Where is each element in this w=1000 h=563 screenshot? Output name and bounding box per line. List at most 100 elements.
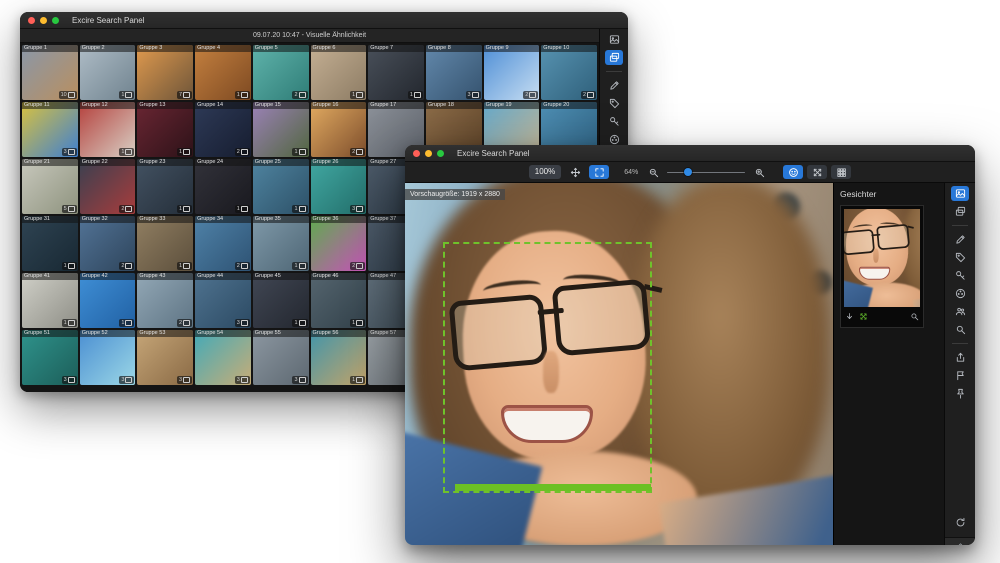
group-count-badge: 7: [177, 91, 193, 99]
face-thumbnail[interactable]: [844, 209, 920, 307]
search-tool-button[interactable]: [951, 322, 969, 337]
collections-tool-button[interactable]: [951, 204, 969, 219]
grid-window-titlebar[interactable]: Excire Search Panel: [20, 12, 628, 29]
group-thumbnail[interactable]: Gruppe 32 2: [79, 216, 136, 271]
group-thumbnail[interactable]: Gruppe 51 3: [22, 330, 78, 385]
group-thumbnail[interactable]: Gruppe 46 1: [310, 273, 367, 328]
group-thumbnail[interactable]: Gruppe 53 3: [137, 330, 194, 385]
edit-tool-button[interactable]: [951, 232, 969, 247]
tag-tool-button[interactable]: [951, 250, 969, 265]
close-button[interactable]: [28, 16, 35, 24]
group-thumbnail[interactable]: Gruppe 4 1: [195, 45, 251, 100]
group-thumbnail[interactable]: Gruppe 42 1: [79, 273, 136, 328]
collapse-strip[interactable]: [945, 537, 975, 545]
zoom-100-button[interactable]: 100%: [528, 165, 562, 179]
group-thumbnail[interactable]: Gruppe 24 1: [195, 159, 251, 214]
group-label: Gruppe 15: [252, 102, 309, 109]
arrow-down-icon[interactable]: [845, 312, 854, 321]
group-thumbnail[interactable]: Gruppe 13 1: [137, 102, 194, 157]
key-tool-button[interactable]: [605, 114, 623, 129]
group-thumbnail[interactable]: Gruppe 34 2: [195, 216, 251, 271]
face-detection-box[interactable]: [443, 242, 652, 493]
group-count-badge: 1: [119, 319, 135, 327]
group-thumbnail[interactable]: Gruppe 5 2: [252, 45, 309, 100]
group-label: Gruppe 20: [541, 102, 597, 109]
group-count-badge: 3: [350, 205, 366, 213]
library-icon: [609, 34, 620, 45]
group-thumbnail[interactable]: Gruppe 22 2: [79, 159, 136, 214]
photo-count-icon: [471, 92, 479, 98]
photo-count-icon: [183, 149, 191, 155]
chevron-up-icon: [956, 540, 965, 545]
group-label: Gruppe 25: [252, 159, 309, 166]
pin-tool-button[interactable]: [951, 386, 969, 401]
face-search-icon[interactable]: [910, 312, 919, 321]
palette-tool-button[interactable]: [951, 286, 969, 301]
group-thumbnail[interactable]: Gruppe 11 3: [22, 102, 78, 157]
zoom-in-button[interactable]: [749, 165, 769, 179]
export-tool-button[interactable]: [951, 350, 969, 365]
group-count-badge: 3: [119, 376, 135, 384]
group-thumbnail[interactable]: Gruppe 55 3: [252, 330, 309, 385]
assign-face-icon[interactable]: [859, 312, 868, 321]
tag-tool-button[interactable]: [605, 96, 623, 111]
maximize-button[interactable]: [52, 16, 59, 24]
group-thumbnail[interactable]: Gruppe 56 1: [310, 330, 367, 385]
grid-view-button[interactable]: [831, 165, 852, 179]
group-thumbnail[interactable]: Gruppe 12 1: [79, 102, 136, 157]
zoom-slider-knob[interactable]: [684, 168, 693, 176]
group-thumbnail[interactable]: Gruppe 16 2: [310, 102, 367, 157]
group-count-badge: 1: [234, 91, 250, 99]
group-thumbnail[interactable]: Gruppe 25 1: [252, 159, 309, 214]
group-thumbnail[interactable]: Gruppe 21 5: [22, 159, 78, 214]
group-label: Gruppe 16: [310, 102, 367, 109]
group-thumbnail[interactable]: Gruppe 7 1: [368, 45, 424, 100]
maximize-button[interactable]: [437, 149, 444, 157]
group-thumbnail[interactable]: Gruppe 1 10: [22, 45, 78, 100]
group-thumbnail[interactable]: Gruppe 10 2: [541, 45, 597, 100]
group-thumbnail[interactable]: Gruppe 45 1: [252, 273, 309, 328]
close-button[interactable]: [413, 149, 420, 157]
group-count-badge: 1: [177, 148, 193, 156]
library-tool-button[interactable]: [951, 186, 969, 201]
group-thumbnail[interactable]: Gruppe 35 1: [252, 216, 309, 271]
group-thumbnail[interactable]: Gruppe 52 3: [79, 330, 136, 385]
actual-size-button[interactable]: [565, 165, 585, 179]
group-thumbnail[interactable]: Gruppe 15 1: [252, 102, 309, 157]
people-tool-button[interactable]: [951, 304, 969, 319]
group-thumbnail[interactable]: Gruppe 43 2: [137, 273, 194, 328]
collections-tool-button[interactable]: [605, 50, 623, 65]
group-thumbnail[interactable]: Gruppe 44 3: [195, 273, 251, 328]
refresh-icon[interactable]: [955, 517, 966, 528]
image-viewer[interactable]: Vorschaugröße: 1919 x 2880: [405, 183, 833, 545]
collections-icon: [955, 206, 966, 217]
group-count-badge: 1: [292, 262, 308, 270]
group-thumbnail[interactable]: Gruppe 9 2: [483, 45, 540, 100]
group-thumbnail[interactable]: Gruppe 14 2: [195, 102, 251, 157]
minimize-button[interactable]: [40, 16, 47, 24]
group-thumbnail[interactable]: Gruppe 8 3: [425, 45, 482, 100]
zoom-out-button[interactable]: [643, 165, 663, 179]
face-detection-button[interactable]: [783, 165, 804, 179]
group-thumbnail[interactable]: Gruppe 6 1: [310, 45, 367, 100]
group-thumbnail[interactable]: Gruppe 2 1: [79, 45, 136, 100]
face-card[interactable]: [840, 205, 924, 328]
group-thumbnail[interactable]: Gruppe 26 3: [310, 159, 367, 214]
group-thumbnail[interactable]: Gruppe 3 7: [137, 45, 194, 100]
photo-count-icon: [183, 263, 191, 269]
minimize-button[interactable]: [425, 149, 432, 157]
fit-screen-button[interactable]: [589, 165, 610, 179]
group-thumbnail[interactable]: Gruppe 31 1: [22, 216, 78, 271]
detail-window-titlebar[interactable]: Excire Search Panel: [405, 145, 975, 162]
group-thumbnail[interactable]: Gruppe 23 1: [137, 159, 194, 214]
group-thumbnail[interactable]: Gruppe 41 1: [22, 273, 78, 328]
edit-tool-button[interactable]: [605, 78, 623, 93]
group-thumbnail[interactable]: Gruppe 36 2: [310, 216, 367, 271]
group-thumbnail[interactable]: Gruppe 54 3: [195, 330, 251, 385]
face-frames-button[interactable]: [807, 165, 828, 179]
key-tool-button[interactable]: [951, 268, 969, 283]
library-tool-button[interactable]: [605, 32, 623, 47]
group-thumbnail[interactable]: Gruppe 33 1: [137, 216, 194, 271]
zoom-slider[interactable]: [667, 166, 746, 178]
flag-tool-button[interactable]: [951, 368, 969, 383]
